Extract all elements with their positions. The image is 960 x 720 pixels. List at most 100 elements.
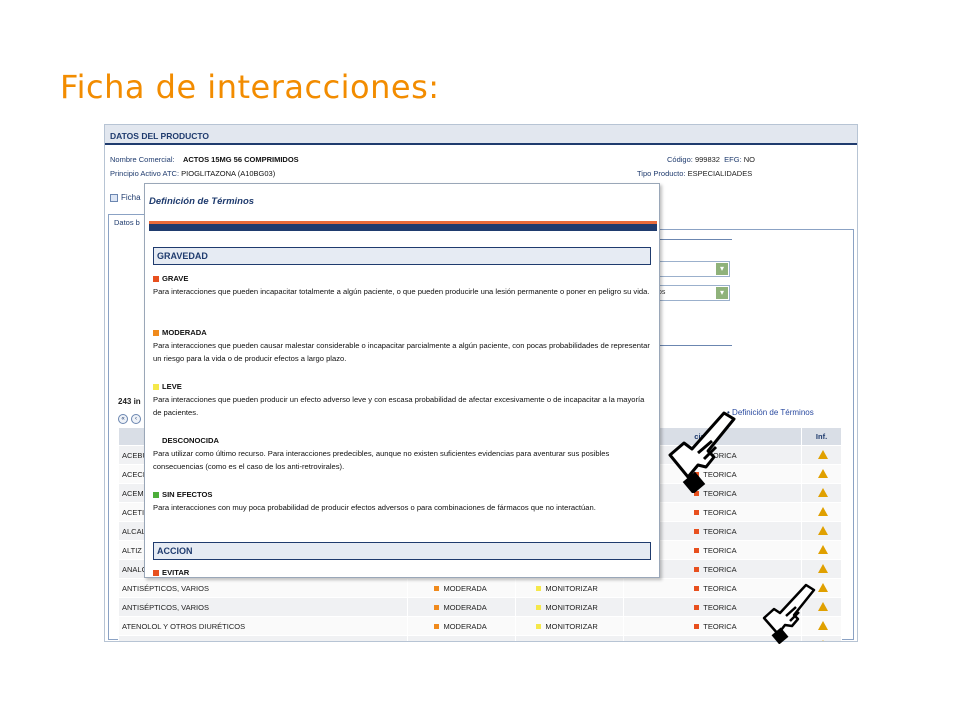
term-description: Para interacciones que pueden causar mal… — [153, 341, 650, 363]
efg-value: NO — [743, 155, 756, 164]
gravedad-header: GRAVEDAD — [153, 247, 651, 265]
evidence-value: TEORICA — [703, 583, 737, 593]
table-row[interactable]: ANTISÉPTICOS, VARIOS MODERADA MONITORIZAR T… — [117, 578, 842, 598]
action-value: MONITORIZAR — [545, 641, 597, 642]
drug-name: ANTISÉPTICOS, VARIOS — [117, 597, 409, 617]
moderada-swatch — [153, 329, 159, 336]
evidence-value: TEORICA — [703, 545, 737, 555]
warning-icon[interactable] — [818, 449, 829, 459]
action-swatch — [536, 624, 542, 630]
prev-page-icon[interactable]: ‹ — [131, 414, 141, 424]
evidence-swatch — [694, 529, 700, 535]
severity-value: MODERADA — [443, 583, 487, 593]
term-name: DESCONOCIDA — [162, 436, 219, 445]
severity-cell: MODERADA — [407, 635, 517, 642]
info-cell — [801, 559, 842, 579]
warning-icon[interactable] — [818, 487, 829, 497]
term-moderada: MODERADA Para interacciones que pueden c… — [153, 326, 651, 365]
table-row[interactable]: ATENOLOL Y OTROS DIURÉTICOS MODERADA MONIT… — [117, 616, 842, 636]
term-leve: LEVE Para interacciones que pueden produ… — [153, 380, 651, 419]
info-cell — [801, 483, 842, 503]
popup-title: Definición de Términos — [149, 196, 255, 207]
drug-name: ATENOLOL Y OTROS DIURÉTICOS — [117, 616, 409, 636]
filter-select-2[interactable]: os ▾ — [654, 285, 730, 301]
warning-icon[interactable] — [818, 544, 829, 554]
term-name: EVITAR — [162, 568, 190, 577]
grave-swatch — [153, 275, 159, 282]
warning-icon[interactable] — [818, 525, 829, 535]
ficha-checkbox[interactable]: Ficha — [110, 193, 141, 202]
severity-cell: MODERADA — [407, 616, 517, 636]
action-cell: MONITORIZAR — [515, 597, 625, 617]
active-ingredient-value: PIOGLITAZONA (A10BG03) — [181, 169, 276, 178]
info-cell — [801, 445, 842, 465]
severity-cell: MODERADA — [407, 578, 517, 598]
table-row[interactable]: ATENOLOL Y TIAZIDAS MODERADA MONITORIZAR TE… — [117, 635, 842, 642]
popup-header-bar — [149, 224, 657, 231]
commercial-name-value: ACTOS 15MG 56 COMPRIMIDOS — [182, 155, 299, 164]
term-description: Para utilizar como último recurso. Para … — [153, 449, 610, 471]
term-name: MODERADA — [162, 328, 207, 337]
action-value: MONITORIZAR — [545, 602, 598, 612]
pager: « ‹ — [118, 414, 141, 424]
filter-select-1[interactable]: ▾ — [654, 261, 730, 277]
evidence-value: TEORICA — [703, 507, 737, 517]
accion-header: ACCION — [153, 542, 651, 560]
product-type-info: Tipo Producto: ESPECIALIDADES — [637, 169, 752, 178]
term-description: Para interacciones que pueden producir u… — [153, 395, 645, 417]
action-swatch — [536, 586, 542, 592]
severity-cell: MODERADA — [407, 597, 517, 617]
action-value: MONITORIZAR — [545, 583, 598, 593]
warning-icon[interactable] — [818, 506, 829, 516]
term-sin-efectos: SIN EFECTOS Para interacciones con muy p… — [153, 488, 651, 514]
active-ingredient-label: Principio Activo ATC: — [110, 169, 180, 178]
leve-swatch — [153, 383, 159, 390]
code-info: Código: 999832 EFG: NO — [667, 155, 755, 164]
first-page-icon[interactable]: « — [118, 414, 128, 424]
term-name: GRAVE — [162, 274, 189, 283]
pointing-hand-icon — [668, 411, 736, 493]
info-cell — [801, 521, 842, 541]
col-header[interactable]: Inf. — [801, 427, 842, 446]
severity-value: MODERADA — [443, 621, 487, 631]
code-label: Código: — [667, 155, 693, 164]
warning-icon[interactable] — [818, 563, 829, 573]
drug-name: ATENOLOL Y TIAZIDAS — [117, 635, 409, 641]
action-cell: MONITORIZAR — [515, 578, 625, 598]
desconocida-swatch — [153, 437, 159, 444]
code-value: 999832 — [694, 155, 720, 164]
evidence-value: TEORICA — [703, 526, 737, 536]
product-type-label: Tipo Producto: — [637, 169, 686, 178]
definition-terms-link[interactable]: • Definición de Términos — [727, 408, 814, 417]
drug-name: ANTISÉPTICOS, VARIOS — [117, 578, 409, 598]
term-desconocida: DESCONOCIDA Para utilizar como último re… — [153, 434, 651, 473]
severity-swatch — [434, 624, 440, 630]
term-name: LEVE — [162, 382, 182, 391]
severity-value: MODERADA — [443, 641, 486, 642]
checkbox-icon — [110, 193, 118, 202]
divider — [654, 345, 732, 346]
evidence-swatch — [694, 624, 700, 630]
evitar-swatch — [153, 569, 159, 576]
severity-value: MODERADA — [443, 602, 487, 612]
action-cell: MONITORIZAR — [515, 616, 625, 636]
severity-swatch — [434, 605, 440, 611]
evidence-value: TEORICA — [703, 621, 737, 631]
evidence-swatch — [694, 510, 700, 516]
chevron-down-icon: ▾ — [716, 287, 728, 299]
commercial-name-row: Nombre Comercial: ACTOS 15MG 56 COMPRIMI… — [110, 155, 299, 164]
result-count: 243 in — [118, 397, 141, 406]
severity-swatch — [434, 586, 440, 592]
warning-icon[interactable] — [818, 468, 829, 478]
action-cell: MONITORIZAR — [515, 635, 625, 642]
table-row[interactable]: ANTISÉPTICOS, VARIOS MODERADA MONITORIZAR T… — [117, 597, 842, 617]
evidence-swatch — [694, 605, 700, 611]
term-description: Para interacciones que pueden incapacita… — [153, 287, 650, 296]
commercial-name-label: Nombre Comercial: — [110, 155, 175, 164]
action-swatch — [536, 605, 542, 611]
definition-terms-label: Definición de Términos — [732, 408, 814, 417]
evidence-value: TEORICA — [703, 602, 737, 612]
action-value: MONITORIZAR — [545, 621, 598, 631]
definition-popup: Definición de Términos GRAVEDAD GRAVE Pa… — [144, 183, 660, 578]
evidence-value: TEORICA — [703, 564, 737, 574]
